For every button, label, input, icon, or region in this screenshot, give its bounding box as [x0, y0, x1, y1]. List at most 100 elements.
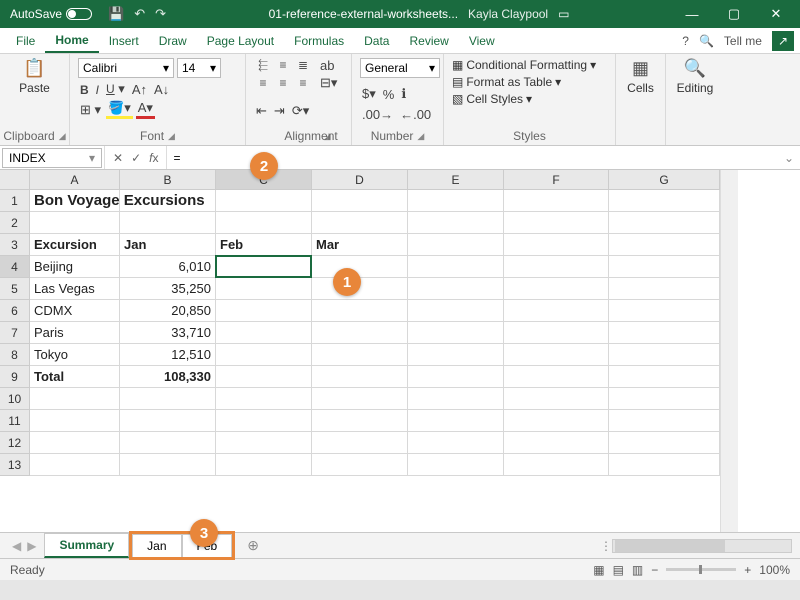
percent-button[interactable]: %	[381, 87, 397, 102]
merge-button[interactable]: ⊟▾	[318, 75, 339, 91]
minimize-button[interactable]: —	[672, 0, 712, 28]
increase-font-button[interactable]: A↑	[130, 82, 149, 97]
row-9[interactable]: 9	[0, 366, 30, 388]
view-page-layout-icon[interactable]: ▤	[613, 563, 624, 577]
font-size-combo[interactable]: 14▾	[177, 58, 221, 78]
cell-styles-button[interactable]: ▧Cell Styles▾	[452, 92, 607, 106]
cells-icon: ▦	[632, 58, 649, 79]
select-all-corner[interactable]	[0, 170, 30, 190]
row-13[interactable]: 13	[0, 454, 30, 476]
undo-icon[interactable]: ↶	[134, 6, 145, 22]
decrease-font-button[interactable]: A↓	[152, 82, 171, 97]
add-sheet-button[interactable]: ⊕	[235, 537, 271, 554]
tab-review[interactable]: Review	[399, 30, 458, 52]
maximize-button[interactable]: ▢	[714, 0, 754, 28]
cancel-formula-icon[interactable]: ✕	[113, 151, 123, 165]
bold-button[interactable]: B	[78, 82, 91, 97]
tab-insert[interactable]: Insert	[99, 30, 149, 52]
share-button[interactable]: ↗	[772, 31, 794, 51]
tab-file[interactable]: File	[6, 30, 45, 52]
underline-button[interactable]: U ▾	[104, 81, 127, 97]
currency-button[interactable]: $▾	[360, 86, 378, 102]
status-text: Ready	[10, 563, 45, 577]
ribbon-tabs: File Home Insert Draw Page Layout Formul…	[0, 28, 800, 54]
decrease-indent-button[interactable]: ⇤	[254, 103, 269, 119]
row-5[interactable]: 5	[0, 278, 30, 300]
window-title: 01-reference-external-worksheets... Kayl…	[166, 7, 672, 21]
conditional-formatting-button[interactable]: ▦Conditional Formatting▾	[452, 58, 607, 72]
row-2[interactable]: 2	[0, 212, 30, 234]
row-1[interactable]: 1	[0, 190, 30, 212]
row-11[interactable]: 11	[0, 410, 30, 432]
zoom-level[interactable]: 100%	[759, 563, 790, 577]
vertical-scrollbar[interactable]	[720, 170, 738, 532]
zoom-out-button[interactable]: −	[651, 563, 658, 577]
border-button[interactable]: ⊞ ▾	[78, 102, 103, 118]
callout-3-box: Jan Feb	[129, 531, 235, 560]
number-format-combo[interactable]: General▾	[360, 58, 440, 78]
editing-button[interactable]: 🔍Editing	[674, 58, 716, 95]
row-8[interactable]: 8	[0, 344, 30, 366]
enter-formula-icon[interactable]: ✓	[131, 151, 141, 165]
increase-decimal-button[interactable]: .00→	[360, 107, 395, 122]
row-12[interactable]: 12	[0, 432, 30, 454]
close-button[interactable]: ✕	[756, 0, 796, 28]
tab-page-layout[interactable]: Page Layout	[197, 30, 284, 52]
sheet-tab-jan[interactable]: Jan	[132, 534, 181, 557]
cells-button[interactable]: ▦Cells	[624, 58, 657, 95]
autosave-toggle[interactable]: AutoSave	[4, 7, 98, 21]
format-as-table-button[interactable]: ▤Format as Table▾	[452, 75, 607, 89]
fill-color-button[interactable]: 🪣▾	[106, 100, 133, 119]
alignment-buttons[interactable]: ⬱≡≣≡≡≡	[254, 58, 312, 91]
row-10[interactable]: 10	[0, 388, 30, 410]
cell-B5: 35,250	[120, 278, 216, 300]
col-B[interactable]: B	[120, 170, 216, 190]
wrap-text-button[interactable]: ab	[318, 58, 339, 73]
view-normal-icon[interactable]: ▦	[593, 563, 604, 577]
orientation-button[interactable]: ⟳▾	[290, 103, 311, 119]
comma-button[interactable]: ℹ	[399, 86, 408, 102]
redo-icon[interactable]: ↷	[155, 6, 166, 22]
tab-data[interactable]: Data	[354, 30, 399, 52]
cell-B8: 12,510	[120, 344, 216, 366]
row-6[interactable]: 6	[0, 300, 30, 322]
cells[interactable]: Bon Voyage Excursions ExcursionJanFebMar…	[30, 190, 720, 476]
tab-home[interactable]: Home	[45, 29, 98, 53]
row-4[interactable]: 4	[0, 256, 30, 278]
help-icon[interactable]: ?	[682, 34, 689, 48]
save-icon[interactable]: 💾	[108, 6, 124, 22]
italic-button[interactable]: I	[94, 82, 101, 97]
col-F[interactable]: F	[504, 170, 609, 190]
font-name-combo[interactable]: Calibri▾	[78, 58, 174, 78]
paste-button[interactable]: 📋Paste	[8, 58, 61, 95]
font-color-button[interactable]: A▾	[136, 100, 155, 119]
tab-draw[interactable]: Draw	[149, 30, 197, 52]
tell-me[interactable]: Tell me	[724, 34, 762, 48]
col-G[interactable]: G	[609, 170, 720, 190]
view-page-break-icon[interactable]: ▥	[632, 563, 643, 577]
callout-3: 3	[190, 519, 218, 547]
paste-icon: 📋	[23, 58, 45, 79]
search-icon[interactable]: 🔍	[699, 34, 714, 48]
tab-formulas[interactable]: Formulas	[284, 30, 354, 52]
row-7[interactable]: 7	[0, 322, 30, 344]
zoom-in-button[interactable]: +	[744, 563, 751, 577]
expand-formula-bar-icon[interactable]: ⌄	[778, 151, 800, 165]
col-A[interactable]: A	[30, 170, 120, 190]
increase-indent-button[interactable]: ⇥	[272, 103, 287, 119]
fx-icon[interactable]: fx	[149, 151, 158, 165]
group-styles: ▦Conditional Formatting▾ ▤Format as Tabl…	[444, 54, 616, 145]
ribbon: 📋Paste Clipboard◢ Calibri▾ 14▾ B I U ▾ A…	[0, 54, 800, 146]
tab-view[interactable]: View	[459, 30, 505, 52]
decrease-decimal-button[interactable]: ←.00	[398, 107, 433, 122]
name-box[interactable]: INDEX▾	[2, 148, 102, 168]
horizontal-scrollbar[interactable]: ⋮	[271, 539, 796, 553]
ribbon-options-icon[interactable]: ▭	[558, 7, 569, 21]
sheet-tab-summary[interactable]: Summary	[44, 533, 129, 558]
row-3[interactable]: 3	[0, 234, 30, 256]
group-cells: ▦Cells	[616, 54, 666, 145]
col-E[interactable]: E	[408, 170, 504, 190]
sheet-nav[interactable]: ◀▶	[4, 539, 44, 553]
table-icon: ▤	[452, 75, 463, 89]
col-D[interactable]: D	[312, 170, 408, 190]
